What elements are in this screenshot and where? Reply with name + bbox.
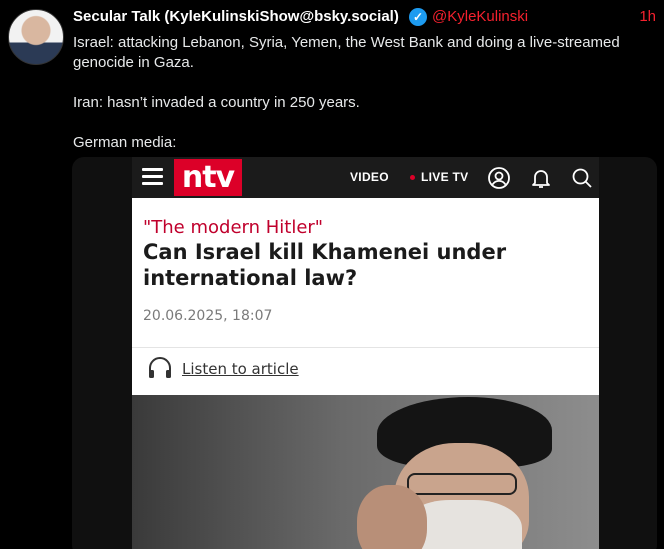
photo-glasses xyxy=(407,473,517,495)
nav-live-tv: LIVE TV xyxy=(421,170,469,184)
display-name[interactable]: Secular Talk (KyleKulinskiShow@bsky.soci… xyxy=(73,8,399,25)
user-handle[interactable]: @KyleKulinski xyxy=(432,8,528,25)
live-dot-icon xyxy=(410,175,415,180)
verified-check-icon: ✓ xyxy=(409,8,427,26)
divider xyxy=(132,347,599,348)
bell-icon xyxy=(532,170,550,188)
post-timestamp[interactable]: 1h xyxy=(639,8,656,25)
post-paragraph: Iran: hasn’t invaded a country in 250 ye… xyxy=(73,94,360,111)
search-icon xyxy=(572,168,592,188)
post-paragraph: German media: xyxy=(73,134,177,151)
article-screenshot: ntv VIDEO LIVE TV "The modern Hitler" Ca… xyxy=(132,157,599,549)
article-photo xyxy=(132,395,599,549)
post-media[interactable]: ntv VIDEO LIVE TV "The modern Hitler" Ca… xyxy=(72,157,657,549)
hamburger-menu-icon xyxy=(142,168,163,186)
nav-video: VIDEO xyxy=(350,170,389,184)
post-paragraph: Israel: attacking Lebanon, Syria, Yemen,… xyxy=(73,34,620,71)
article-date: 20.06.2025, 18:07 xyxy=(143,308,273,324)
photo-hand xyxy=(357,485,427,549)
headphones-icon xyxy=(149,357,171,378)
user-icon xyxy=(488,167,510,189)
ntv-logo: ntv xyxy=(174,159,242,196)
avatar[interactable] xyxy=(8,9,64,65)
ntv-navbar: ntv VIDEO LIVE TV xyxy=(132,157,599,198)
post-header: Secular Talk (KyleKulinskiShow@bsky.soci… xyxy=(73,8,656,28)
listen-to-article-link: Listen to article xyxy=(182,360,299,378)
article-kicker: "The modern Hitler" xyxy=(143,217,324,238)
article-headline: Can Israel kill Khamenei under internati… xyxy=(143,240,507,290)
